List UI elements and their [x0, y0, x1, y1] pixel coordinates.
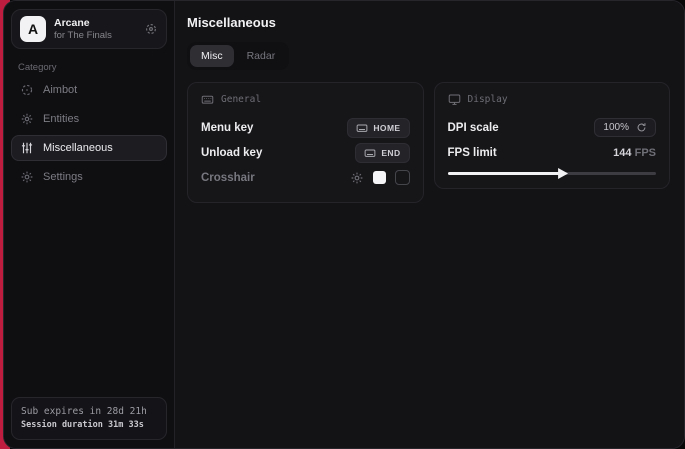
crosshair-icon	[20, 83, 34, 97]
fps-slider-fill	[448, 172, 561, 175]
crosshair-row: Crosshair	[201, 166, 410, 189]
entities-icon	[20, 112, 34, 126]
unload-key-value: END	[381, 148, 400, 158]
fps-limit-value: 144	[613, 147, 631, 159]
menu-key-button[interactable]: HOME	[347, 118, 409, 138]
menu-key-value: HOME	[373, 123, 400, 133]
general-card-title: General	[221, 94, 261, 105]
sidebar-nav: Aimbot Entities	[11, 77, 167, 190]
fps-limit-label: FPS limit	[448, 147, 497, 159]
sidebar-item-entities[interactable]: Entities	[11, 106, 167, 132]
fps-slider-thumb[interactable]	[558, 168, 568, 179]
keyboard-icon	[356, 122, 368, 134]
dpi-scale-row: DPI scale 100%	[448, 116, 657, 139]
menu-key-row: Menu key HOME	[201, 116, 410, 139]
gear-icon	[20, 170, 34, 184]
desktop-background: A Arcane for The Finals Category	[0, 0, 685, 449]
dpi-scale-value: 100%	[603, 122, 629, 133]
app-title: Arcane	[54, 17, 136, 30]
display-card-title: Display	[468, 94, 508, 105]
app-subtitle: for The Finals	[54, 30, 136, 42]
sub-expiry-text: Sub expires in 28d 21h	[21, 405, 157, 419]
tab-radar[interactable]: Radar	[236, 45, 287, 67]
monitor-icon	[448, 93, 461, 106]
sidebar-item-miscellaneous[interactable]: Miscellaneous	[11, 135, 167, 161]
app-header-card: A Arcane for The Finals	[11, 9, 167, 49]
session-duration-text: Session duration 31m 33s	[21, 419, 157, 432]
sidebar-item-settings[interactable]: Settings	[11, 164, 167, 190]
fps-unit: FPS	[635, 147, 656, 159]
keyboard-icon	[364, 147, 376, 159]
crosshair-checkbox[interactable]	[395, 170, 410, 185]
sliders-icon	[20, 141, 34, 155]
sidebar-item-aimbot[interactable]: Aimbot	[11, 77, 167, 103]
main-content: Miscellaneous Misc Radar Gene	[175, 1, 684, 448]
tab-misc[interactable]: Misc	[190, 45, 234, 67]
app-logo: A	[20, 16, 46, 42]
subscription-card: Sub expires in 28d 21h Session duration …	[11, 397, 167, 440]
keyboard-icon	[201, 93, 214, 106]
dpi-scale-control[interactable]: 100%	[594, 118, 656, 137]
page-title: Miscellaneous	[187, 15, 670, 30]
unload-key-row: Unload key END	[201, 141, 410, 164]
refresh-icon	[636, 122, 647, 133]
unload-key-label: Unload key	[201, 147, 262, 159]
sidebar-item-label: Aimbot	[43, 84, 77, 96]
fps-limit-slider[interactable]	[448, 172, 657, 175]
crosshair-label: Crosshair	[201, 172, 255, 184]
tab-bar: Misc Radar	[187, 42, 289, 70]
unload-key-button[interactable]: END	[355, 143, 409, 163]
fps-limit-row: FPS limit 144 FPS	[448, 141, 657, 164]
app-window: A Arcane for The Finals Category	[3, 0, 685, 449]
sidebar-item-label: Settings	[43, 171, 83, 183]
sidebar: A Arcane for The Finals Category	[4, 1, 175, 448]
gear-icon[interactable]	[350, 171, 364, 185]
category-label: Category	[18, 62, 167, 73]
dpi-scale-label: DPI scale	[448, 122, 499, 134]
general-card: General Menu key HOME	[187, 82, 424, 203]
menu-key-label: Menu key	[201, 122, 253, 134]
sidebar-item-label: Entities	[43, 113, 79, 125]
sidebar-item-label: Miscellaneous	[43, 142, 113, 154]
target-icon[interactable]	[144, 22, 158, 36]
crosshair-color-swatch[interactable]	[373, 171, 386, 184]
display-card: Display DPI scale 100%	[434, 82, 671, 189]
